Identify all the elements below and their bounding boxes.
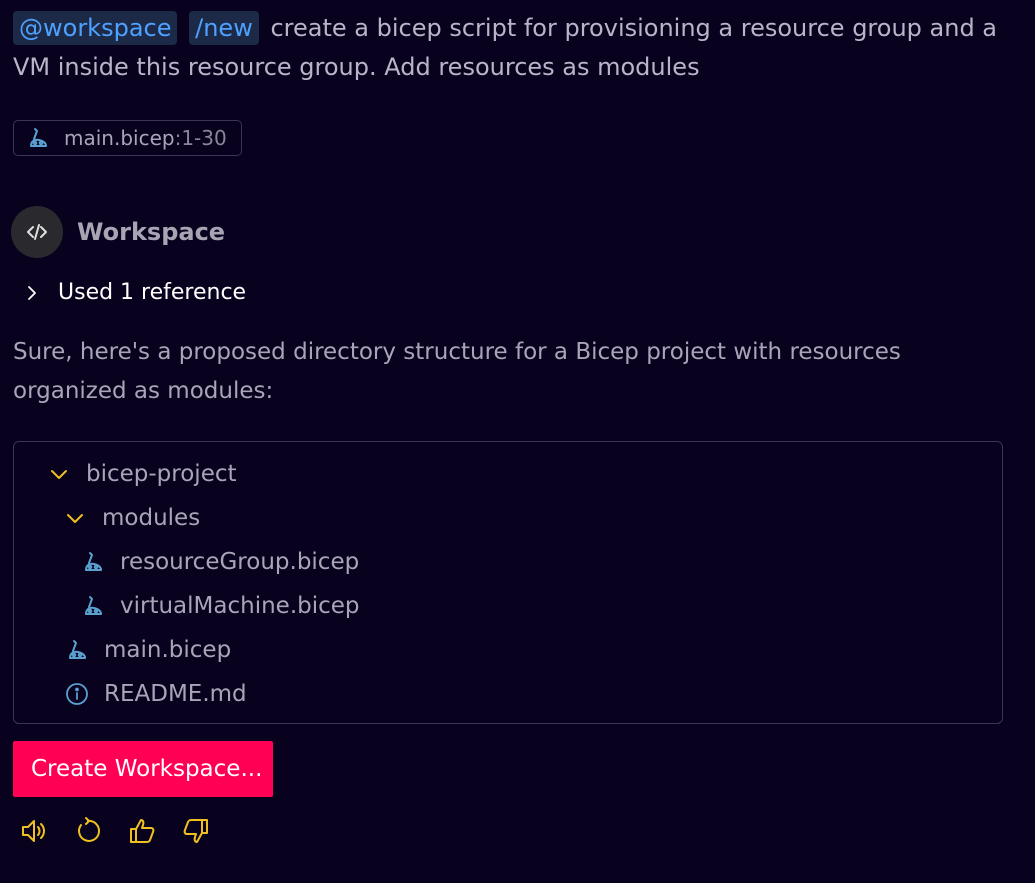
thumbs-up-icon[interactable] <box>126 813 158 849</box>
tree-file-readme[interactable]: README.md <box>64 678 247 710</box>
create-workspace-button[interactable]: Create Workspace... <box>13 741 273 797</box>
agent-name: Workspace <box>77 218 226 246</box>
avatar <box>11 206 63 258</box>
tree-label: README.md <box>104 681 247 707</box>
tree-file-virtualmachine[interactable]: virtualMachine.bicep <box>80 590 360 622</box>
tree-file-resourcegroup[interactable]: resourceGroup.bicep <box>80 546 359 578</box>
speaker-icon[interactable] <box>18 813 50 849</box>
tree-folder-modules[interactable]: modules <box>62 502 200 534</box>
chevron-right-icon <box>22 283 46 303</box>
reference-pill[interactable]: main.bicep:1-30 <box>13 120 242 156</box>
tree-label: main.bicep <box>104 637 232 663</box>
tree-file-main[interactable]: main.bicep <box>64 634 231 666</box>
tree-label: bicep-project <box>86 461 237 487</box>
bicep-icon <box>26 126 50 150</box>
agent-chip[interactable]: @workspace <box>13 11 178 45</box>
response-actions <box>18 813 212 849</box>
response-header: Workspace <box>11 206 225 258</box>
reference-range: :1-30 <box>174 126 227 150</box>
tree-label: modules <box>102 505 201 531</box>
tree-label: resourceGroup.bicep <box>120 549 360 575</box>
bicep-icon <box>80 593 106 619</box>
tree-folder-root[interactable]: bicep-project <box>46 458 237 490</box>
chevron-down-icon <box>46 461 72 487</box>
user-prompt: @workspace /new create a bicep script fo… <box>13 9 1023 87</box>
retry-icon[interactable] <box>72 813 104 849</box>
code-brackets-icon <box>27 224 47 240</box>
used-references-label: Used 1 reference <box>58 280 247 305</box>
tree-label: virtualMachine.bicep <box>120 593 360 619</box>
chat-panel: @workspace /new create a bicep script fo… <box>0 0 1035 883</box>
bicep-icon <box>80 549 106 575</box>
info-icon <box>64 681 90 707</box>
bicep-icon <box>64 637 90 663</box>
used-references-toggle[interactable]: Used 1 reference <box>22 280 246 305</box>
thumbs-down-icon[interactable] <box>180 813 212 849</box>
command-chip[interactable]: /new <box>189 11 259 45</box>
chevron-down-icon <box>62 505 88 531</box>
answer-text: Sure, here's a proposed directory struct… <box>13 339 901 404</box>
reference-file: main.bicep <box>64 126 175 150</box>
file-tree: bicep-project modules resourceGroup.bice… <box>13 441 1003 724</box>
